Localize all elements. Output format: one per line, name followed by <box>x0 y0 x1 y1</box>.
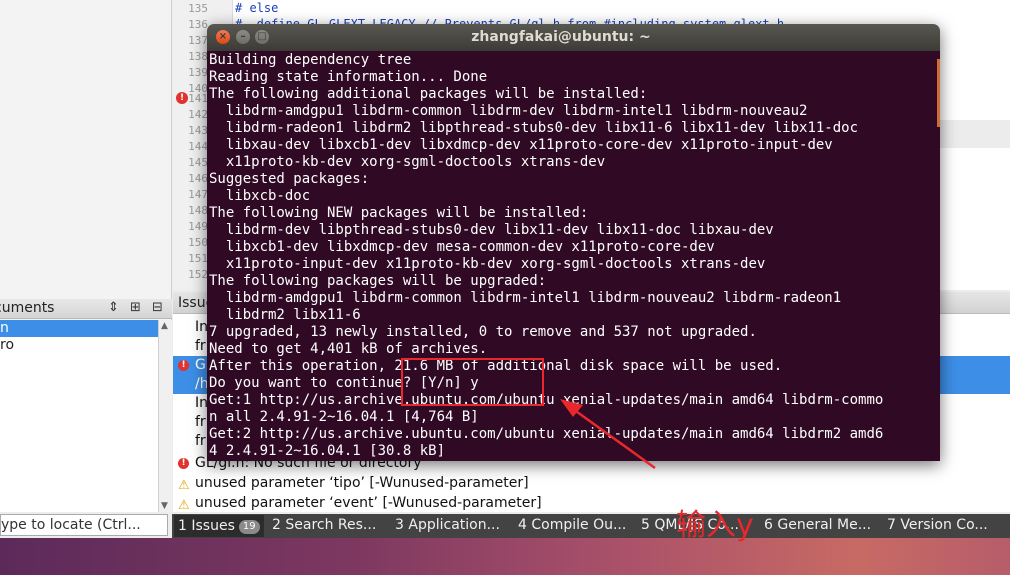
locator-input[interactable]: ype to locate (Ctrl... <box>0 514 168 536</box>
warning-icon: ⚠ <box>178 478 190 493</box>
issue-text: fr <box>195 338 206 354</box>
tab-label: Application... <box>408 517 500 533</box>
terminal-line: x11proto-input-dev x11proto-kb-dev xorg-… <box>209 256 766 272</box>
terminal-line: The following additional packages will b… <box>209 86 648 102</box>
terminal-line: After this operation, 21.6 MB of additio… <box>209 358 783 374</box>
terminal-line: 7 upgraded, 13 newly installed, 0 to rem… <box>209 324 757 340</box>
terminal-line: libxcb1-dev libxdmcp-dev mesa-common-dev… <box>209 239 715 255</box>
line-number: 143 <box>188 124 208 137</box>
error-icon: ! <box>178 360 189 371</box>
terminal-line: Reading state information... Done <box>209 69 488 85</box>
line-number: 145 <box>188 156 208 169</box>
issue-text: unused parameter ‘event’ [-Wunused-param… <box>195 495 542 511</box>
terminal-text: Building dependency tree Reading state in… <box>209 52 932 460</box>
tab-number: 4 <box>518 517 527 533</box>
split-view-icon[interactable]: ⊞ <box>130 300 141 315</box>
terminal-titlebar[interactable]: × – □ zhangfakai@ubuntu: ~ <box>207 24 940 51</box>
line-number: 135 <box>188 2 208 15</box>
tab-number: 1 <box>178 518 187 534</box>
line-number: 147 <box>188 188 208 201</box>
annotation-label: 输入y <box>676 508 754 543</box>
tab-number: 7 <box>887 517 896 533</box>
tab-label: Issues <box>191 518 235 534</box>
close-pane-icon[interactable]: ⊟ <box>152 300 163 315</box>
terminal-line: libdrm2 libx11-6 <box>209 307 361 323</box>
terminal-line: libxcb-doc <box>209 188 311 204</box>
terminal-line: Get:1 http://us.archive.ubuntu.com/ubunt… <box>209 392 884 408</box>
warning-icon: ⚠ <box>178 498 190 513</box>
scroll-up-icon[interactable]: ▲ <box>161 321 168 331</box>
scroll-down-icon[interactable]: ▼ <box>161 501 168 511</box>
terminal-line: Do you want to continue? [Y/n] y <box>209 375 479 391</box>
terminal-line: libdrm-radeon1 libdrm2 libpthread-stubs0… <box>209 120 859 136</box>
terminal-line: libdrm-amdgpu1 libdrm-common libdrm-dev … <box>209 103 808 119</box>
tab-application-output[interactable]: 3 Application... <box>395 517 500 533</box>
tab-label: General Me... <box>777 517 872 533</box>
tab-number: 3 <box>395 517 404 533</box>
line-number: 148 <box>188 204 208 217</box>
terminal-line: The following NEW packages will be insta… <box>209 205 589 221</box>
terminal-line: The following packages will be upgraded: <box>209 273 547 289</box>
error-marker-icon[interactable]: ! <box>176 92 188 104</box>
line-number: 139 <box>188 66 208 79</box>
line-number: 146 <box>188 172 208 185</box>
terminal-line: 4 2.4.91-2~16.04.1 [30.8 kB] <box>209 443 446 459</box>
terminal-line: Get:2 http://us.archive.ubuntu.com/ubunt… <box>209 426 884 442</box>
output-pane-tabs: 1 Issues 19 2 Search Res... 3 Application… <box>172 514 1010 538</box>
terminal-output[interactable]: Building dependency tree Reading state in… <box>207 51 940 461</box>
terminal-line: x11proto-kb-dev xorg-sgml-doctools xtran… <box>209 154 606 170</box>
tab-general-messages[interactable]: 6 General Me... <box>764 517 871 533</box>
tab-label: Search Res... <box>285 517 377 533</box>
tab-compile-output[interactable]: 4 Compile Ou... <box>518 517 626 533</box>
terminal-title: zhangfakai@ubuntu: ~ <box>471 29 651 45</box>
tab-search-results[interactable]: 2 Search Res... <box>272 517 376 533</box>
error-icon: ! <box>178 458 189 469</box>
line-number: 136 <box>188 18 208 31</box>
terminal-line: Suggested packages: <box>209 171 370 187</box>
tab-number: 6 <box>764 517 773 533</box>
tab-version-control[interactable]: 7 Version Co... <box>887 517 988 533</box>
line-number: 137 <box>188 34 208 47</box>
sort-arrows-icon[interactable]: ⇕ <box>108 300 119 315</box>
terminal-window[interactable]: × – □ zhangfakai@ubuntu: ~ Building depe… <box>207 24 940 461</box>
line-number: 138 <box>188 50 208 63</box>
tab-label: Version Co... <box>900 517 988 533</box>
line-number: 142 <box>188 108 208 121</box>
line-number: 141 <box>188 92 208 105</box>
tab-number: 2 <box>272 517 281 533</box>
terminal-line: Building dependency tree <box>209 52 412 68</box>
tab-number: 5 <box>641 517 650 533</box>
terminal-scrollbar[interactable] <box>937 59 940 127</box>
issue-row[interactable]: ⚠ unused parameter ‘tipo’ [-Wunused-para… <box>173 474 1010 493</box>
line-number: 144 <box>188 140 208 153</box>
line-number: 152 <box>188 268 208 281</box>
line-number: 150 <box>188 236 208 249</box>
issue-text: unused parameter ‘tipo’ [-Wunused-parame… <box>195 475 529 491</box>
line-number: 151 <box>188 252 208 265</box>
tab-issues[interactable]: 1 Issues 19 <box>174 515 264 537</box>
terminal-line: libxau-dev libxcb1-dev libxdmcp-dev x11p… <box>209 137 833 153</box>
open-documents-title: cuments <box>0 300 55 316</box>
tab-label: Compile Ou... <box>531 517 627 533</box>
documents-scrollbar[interactable]: ▲ ▼ <box>158 320 172 512</box>
issue-text: fr <box>195 433 206 449</box>
open-documents-list: n ro <box>0 320 158 512</box>
terminal-line: libdrm-dev libpthread-stubs0-dev libx11-… <box>209 222 774 238</box>
issues-count-badge: 19 <box>238 520 260 534</box>
line-number: 149 <box>188 220 208 233</box>
issue-text: fr <box>195 414 206 430</box>
open-documents-header: cuments ⇕ ⊞ ⊟ <box>0 299 172 319</box>
document-item[interactable]: ro <box>0 337 158 354</box>
terminal-line: libdrm-amdgpu1 libdrm-common libdrm-inte… <box>209 290 842 306</box>
annotation-highlight-box <box>401 358 544 406</box>
issue-row[interactable]: ⚠ unused parameter ‘event’ [-Wunused-par… <box>173 494 1010 513</box>
terminal-line: Need to get 4,401 kB of archives. <box>209 341 488 357</box>
terminal-line: n all 2.4.91-2~16.04.1 [4,764 B] <box>209 409 479 425</box>
desktop-wallpaper <box>0 538 1010 575</box>
document-item[interactable]: n <box>0 320 158 337</box>
code-line: # else <box>235 1 279 15</box>
